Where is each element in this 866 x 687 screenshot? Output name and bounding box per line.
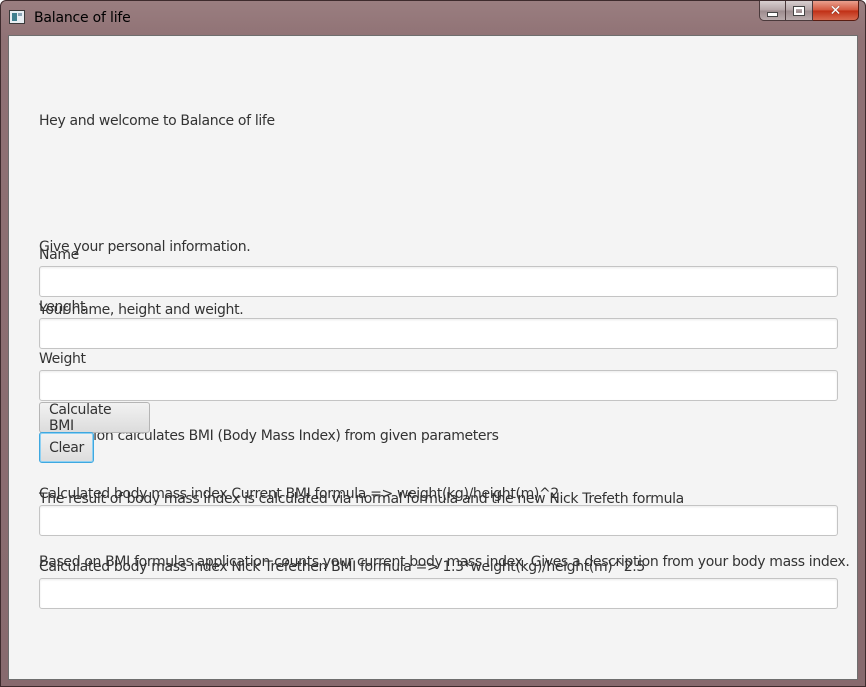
name-label: Name [39, 247, 79, 263]
app-icon [9, 10, 25, 24]
clear-button[interactable]: Clear [39, 432, 94, 463]
weight-label: Weight [39, 351, 86, 367]
trefethen-bmi-output[interactable] [39, 578, 838, 609]
intro-line: Give your personal information. [39, 239, 251, 255]
caption-buttons: ✕ [759, 1, 859, 22]
weight-input[interactable] [39, 370, 838, 401]
minimize-icon [767, 11, 778, 17]
intro-line: Hey and welcome to Balance of life [39, 113, 275, 129]
close-button[interactable]: ✕ [813, 1, 859, 21]
intro-line [39, 174, 849, 195]
length-label: Lenght [39, 299, 86, 315]
window-title: Balance of life [34, 10, 131, 26]
minimize-button[interactable] [759, 1, 786, 21]
app-window: Balance of life ✕ Hey and welcome to Bal… [0, 0, 866, 687]
current-bmi-output[interactable] [39, 505, 838, 536]
current-bmi-label: Calculated body mass index Current BMI f… [39, 486, 559, 502]
name-input[interactable] [39, 266, 838, 297]
length-input[interactable] [39, 318, 838, 349]
client-area: Hey and welcome to Balance of life Give … [8, 35, 858, 680]
calculate-bmi-button[interactable]: Calculate BMI [39, 402, 150, 434]
intro-line: Application calculates BMI (Body Mass In… [39, 428, 499, 444]
close-icon: ✕ [829, 2, 842, 19]
maximize-button[interactable] [786, 1, 813, 21]
maximize-icon [793, 5, 805, 16]
trefethen-bmi-label: Calculated body mass index Nick Trefethe… [39, 559, 645, 575]
title-bar[interactable]: Balance of life ✕ [1, 1, 865, 34]
